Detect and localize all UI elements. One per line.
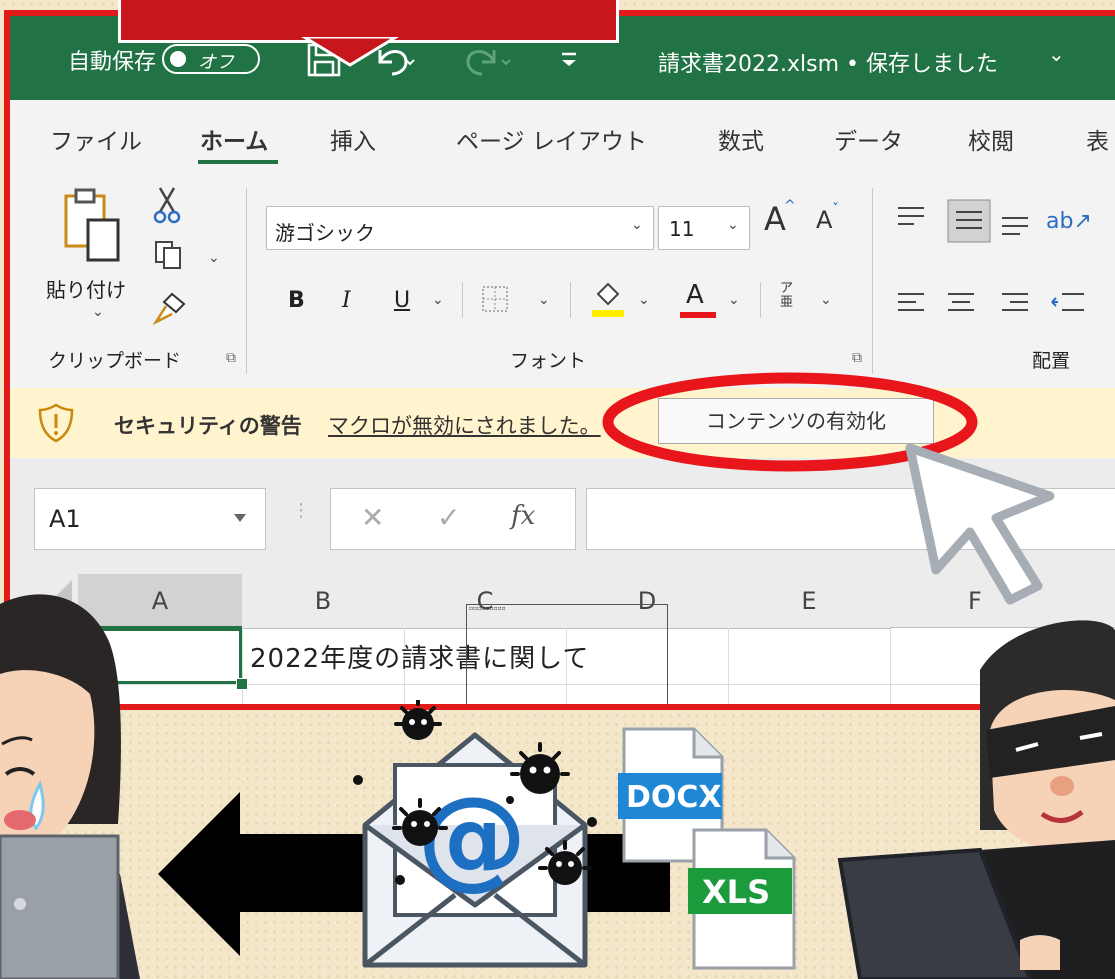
autosave-toggle[interactable]: オフ — [162, 44, 260, 74]
grow-font-caret-icon: ^ — [784, 198, 796, 214]
font-separator — [462, 282, 463, 318]
file-title: 請求書2022.xlsm • 保存しました — [658, 52, 998, 77]
font-launcher-icon[interactable]: ⧉ — [852, 350, 862, 366]
warning-shield-icon — [38, 403, 74, 443]
cursor-arrow-icon — [905, 443, 1055, 605]
woman-illustration — [0, 594, 140, 979]
fill-color-dropdown-icon[interactable]: ⌄ — [638, 292, 650, 308]
tab-view[interactable]: 表 — [1086, 122, 1109, 156]
embedded-object-icon: ▫▫▫▫▫▫▫▫▫ — [469, 605, 506, 612]
tab-file[interactable]: ファイル — [50, 122, 142, 156]
borders-dropdown-icon[interactable]: ⌄ — [538, 292, 550, 308]
font-separator — [570, 282, 571, 318]
xls-label: XLS — [702, 873, 770, 911]
phonetic-button[interactable]: ア亜 — [780, 282, 796, 310]
ribbon-tabs: ファイル ホーム 挿入 ページ レイアウト 数式 データ 校閲 表 — [10, 100, 1115, 178]
font-name-box[interactable]: 游ゴシック ⌄ — [266, 206, 654, 250]
virus-icons — [353, 700, 597, 885]
font-color-bar — [680, 312, 716, 318]
gridline — [242, 628, 243, 704]
formula-buttons: ✕ ✓ fx — [330, 488, 576, 550]
copy-icon[interactable] — [152, 238, 186, 272]
paste-dropdown-icon[interactable]: ⌄ — [92, 304, 104, 320]
font-separator — [760, 282, 761, 318]
alignment-icons[interactable]: ab↗ — [890, 198, 1115, 348]
clipboard-launcher-icon[interactable]: ⧉ — [226, 350, 236, 366]
tab-home-underline — [198, 160, 278, 164]
font-size-value: 11 — [669, 217, 695, 241]
callout-pointer — [301, 37, 399, 67]
font-color-button[interactable]: A — [686, 280, 704, 310]
underline-button[interactable]: U — [394, 288, 410, 313]
redo-icon[interactable] — [458, 42, 518, 78]
xls-file-icon: XLS — [688, 828, 796, 970]
autosave-label: 自動保存 — [68, 50, 157, 75]
name-box-value: A1 — [49, 505, 81, 533]
format-painter-icon[interactable] — [152, 290, 188, 326]
tab-data[interactable]: データ — [834, 122, 903, 156]
column-header-b[interactable]: B — [242, 574, 405, 629]
customize-qat-icon[interactable] — [558, 48, 580, 72]
file-title-caret[interactable]: ⌄ — [1048, 42, 1065, 66]
font-name-dropdown-icon[interactable]: ⌄ — [631, 217, 643, 233]
font-group-label: フォント — [510, 350, 587, 372]
group-separator — [246, 188, 247, 374]
security-warning-title: セキュリティの警告 — [114, 414, 302, 438]
svg-text:ab↗: ab↗ — [1046, 209, 1092, 234]
shrink-font-button[interactable]: A — [816, 206, 832, 234]
italic-button[interactable]: I — [342, 288, 351, 313]
hacker-illustration — [837, 620, 1115, 979]
tab-home[interactable]: ホーム — [200, 122, 268, 156]
name-box[interactable]: A1 — [34, 488, 266, 550]
security-warning-message[interactable]: マクロが無効にされました。 — [328, 410, 601, 440]
copy-dropdown-icon[interactable]: ⌄ — [208, 250, 220, 266]
tab-insert[interactable]: 挿入 — [330, 122, 376, 156]
grow-font-button[interactable]: A — [764, 200, 786, 238]
gridline — [728, 628, 729, 704]
ribbon-home: 貼り付け ⌄ ⌄ クリップボード ⧉ 游ゴシック ⌄ 11 ⌄ A ^ A ˇ … — [10, 178, 1115, 388]
fill-color-icon[interactable] — [590, 278, 626, 320]
insert-function-button[interactable]: fx — [511, 501, 535, 531]
borders-icon[interactable] — [480, 284, 510, 314]
cancel-icon[interactable]: ✕ — [361, 501, 384, 534]
toggle-knob — [170, 51, 186, 67]
tab-formulas[interactable]: 数式 — [718, 122, 764, 156]
toggle-text: オフ — [198, 52, 234, 73]
fill-handle[interactable] — [236, 678, 248, 690]
shrink-font-caret-icon: ˇ — [832, 202, 839, 218]
clipboard-group-label: クリップボード — [48, 350, 182, 372]
font-size-dropdown-icon[interactable]: ⌄ — [727, 217, 739, 233]
group-separator — [872, 188, 873, 374]
bold-button[interactable]: B — [288, 288, 305, 313]
font-color-dropdown-icon[interactable]: ⌄ — [728, 292, 740, 308]
formula-grip-icon: ⋮ — [292, 500, 310, 521]
phonetic-dropdown-icon[interactable]: ⌄ — [820, 292, 832, 308]
embedded-object-frame[interactable]: ▫▫▫▫▫▫▫▫▫ — [466, 604, 668, 704]
tab-page-layout[interactable]: ページ レイアウト — [456, 122, 647, 156]
cut-icon[interactable] — [152, 186, 182, 226]
enter-check-icon[interactable]: ✓ — [437, 501, 460, 534]
underline-dropdown-icon[interactable]: ⌄ — [432, 292, 444, 308]
tab-review[interactable]: 校閲 — [968, 122, 1014, 156]
paste-icon[interactable] — [60, 186, 130, 266]
font-name-value: 游ゴシック — [275, 221, 375, 245]
font-size-box[interactable]: 11 ⌄ — [658, 206, 750, 250]
paste-label[interactable]: 貼り付け — [46, 274, 126, 303]
docx-label: DOCX — [626, 780, 722, 815]
alignment-group-label: 配置 — [1032, 350, 1071, 372]
name-box-dropdown-icon[interactable] — [233, 513, 247, 523]
